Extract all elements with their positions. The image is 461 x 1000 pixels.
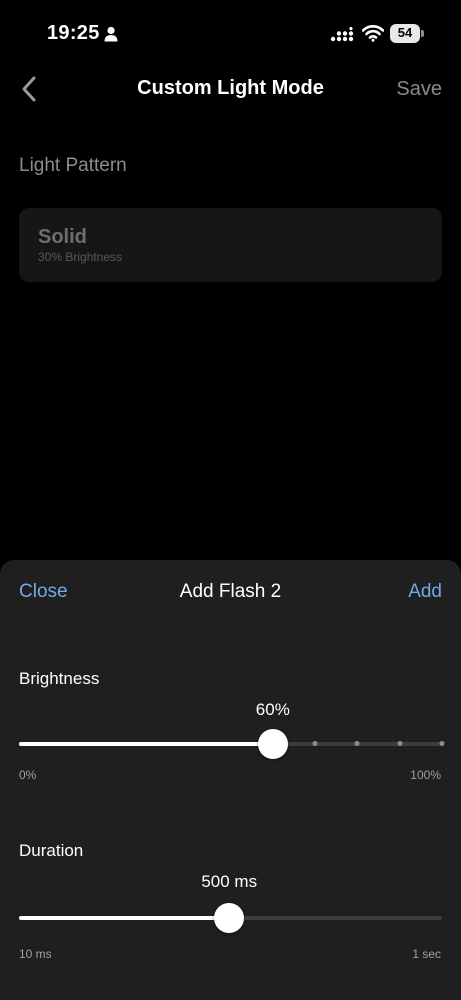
pattern-name: Solid bbox=[38, 226, 87, 248]
brightness-slider[interactable] bbox=[19, 724, 445, 764]
duration-fill bbox=[19, 916, 230, 920]
brightness-tick bbox=[439, 741, 445, 746]
pattern-subtitle: 30% Brightness bbox=[38, 250, 123, 264]
wifi-icon bbox=[362, 25, 384, 42]
status-time: 19:25 bbox=[47, 22, 100, 44]
brightness-tick bbox=[397, 741, 403, 746]
battery-icon: 54 bbox=[390, 24, 424, 43]
person-icon bbox=[104, 26, 118, 42]
brightness-thumb[interactable] bbox=[257, 729, 288, 759]
duration-slider[interactable] bbox=[19, 898, 442, 938]
brightness-tick bbox=[354, 741, 360, 746]
page-title: Custom Light Mode bbox=[137, 77, 324, 99]
signal-icon bbox=[330, 27, 354, 42]
sheet-title: Add Flash 2 bbox=[179, 581, 282, 602]
save-button[interactable]: Save bbox=[396, 78, 442, 101]
brightness-tick bbox=[312, 741, 318, 746]
pattern-card[interactable]: Solid 30% Brightness bbox=[19, 208, 442, 282]
brightness-max-label: 100% bbox=[410, 768, 441, 782]
status-bar: 19:25 54 bbox=[0, 0, 461, 60]
battery-level: 54 bbox=[397, 25, 413, 40]
add-button[interactable]: Add bbox=[408, 581, 442, 603]
brightness-fill bbox=[19, 742, 273, 746]
duration-min-label: 10 ms bbox=[19, 947, 52, 961]
add-flash-sheet: Add Flash 2 Close Add Brightness 60% 0% … bbox=[0, 560, 461, 1000]
duration-value: 500 ms bbox=[201, 872, 258, 891]
brightness-min-label: 0% bbox=[19, 768, 37, 782]
light-pattern-heading: Light Pattern bbox=[19, 155, 127, 176]
brightness-value: 60% bbox=[255, 700, 290, 719]
duration-thumb[interactable] bbox=[214, 903, 245, 933]
close-button[interactable]: Close bbox=[19, 581, 68, 603]
brightness-label: Brightness bbox=[19, 669, 100, 688]
duration-label: Duration bbox=[19, 841, 84, 860]
duration-max-label: 1 sec bbox=[412, 947, 441, 961]
